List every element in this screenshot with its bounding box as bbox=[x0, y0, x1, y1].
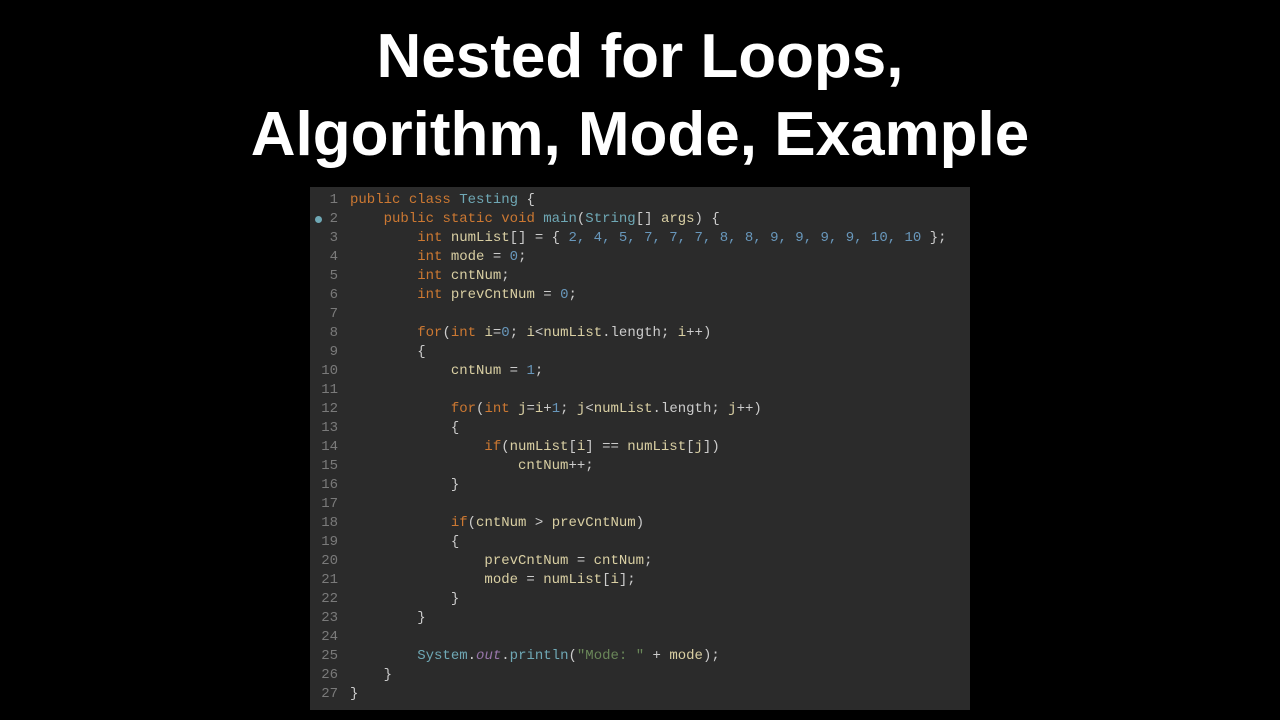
line-number: 8 bbox=[310, 324, 344, 343]
code-line: 8 for(int i=0; i<numList.length; i++) bbox=[310, 324, 970, 343]
line-number: 5 bbox=[310, 267, 344, 286]
code-line: 2 public static void main(String[] args)… bbox=[310, 210, 970, 229]
code-line: 6 int prevCntNum = 0; bbox=[310, 286, 970, 305]
line-number: 4 bbox=[310, 248, 344, 267]
line-number: 20 bbox=[310, 552, 344, 571]
code-line: 7 bbox=[310, 305, 970, 324]
code-line: 18 if(cntNum > prevCntNum) bbox=[310, 514, 970, 533]
code-line: 27 } bbox=[310, 685, 970, 704]
code-line: 1 public class Testing { bbox=[310, 191, 970, 210]
line-number: 13 bbox=[310, 419, 344, 438]
line-number: 10 bbox=[310, 362, 344, 381]
code-line: 26 } bbox=[310, 666, 970, 685]
code-line: 9 { bbox=[310, 343, 970, 362]
line-number: 12 bbox=[310, 400, 344, 419]
code-line: 24 bbox=[310, 628, 970, 647]
line-number: 17 bbox=[310, 495, 344, 514]
line-number: 26 bbox=[310, 666, 344, 685]
code-line: 20 prevCntNum = cntNum; bbox=[310, 552, 970, 571]
line-number: 6 bbox=[310, 286, 344, 305]
code-line: 15 cntNum++; bbox=[310, 457, 970, 476]
line-number: 7 bbox=[310, 305, 344, 324]
code-editor: 1 public class Testing { 2 public static… bbox=[310, 187, 970, 710]
line-number: 1 bbox=[310, 191, 344, 210]
line-number: 22 bbox=[310, 590, 344, 609]
code-line: 21 mode = numList[i]; bbox=[310, 571, 970, 590]
line-number: 18 bbox=[310, 514, 344, 533]
line-number: 25 bbox=[310, 647, 344, 666]
code-line: 12 for(int j=i+1; j<numList.length; j++) bbox=[310, 400, 970, 419]
line-number: 23 bbox=[310, 609, 344, 628]
code-line: 13 { bbox=[310, 419, 970, 438]
line-number: 3 bbox=[310, 229, 344, 248]
line-number: 2 bbox=[310, 210, 344, 229]
line-number: 19 bbox=[310, 533, 344, 552]
code-line: 25 System.out.println("Mode: " + mode); bbox=[310, 647, 970, 666]
code-line: 23 } bbox=[310, 609, 970, 628]
code-line: 22 } bbox=[310, 590, 970, 609]
line-number: 9 bbox=[310, 343, 344, 362]
code-line: 3 int numList[] = { 2, 4, 5, 7, 7, 7, 8,… bbox=[310, 229, 970, 248]
code-line: 17 bbox=[310, 495, 970, 514]
line-number: 16 bbox=[310, 476, 344, 495]
code-line: 11 bbox=[310, 381, 970, 400]
code-line: 5 int cntNum; bbox=[310, 267, 970, 286]
code-line: 4 int mode = 0; bbox=[310, 248, 970, 267]
code-line: 14 if(numList[i] == numList[j]) bbox=[310, 438, 970, 457]
code-line: 16 } bbox=[310, 476, 970, 495]
line-number: 15 bbox=[310, 457, 344, 476]
breakpoint-icon bbox=[315, 216, 322, 223]
line-number: 14 bbox=[310, 438, 344, 457]
line-number: 21 bbox=[310, 571, 344, 590]
code-line: 10 cntNum = 1; bbox=[310, 362, 970, 381]
line-number: 27 bbox=[310, 685, 344, 704]
line-number: 11 bbox=[310, 381, 344, 400]
code-line: 19 { bbox=[310, 533, 970, 552]
slide-title: Nested for Loops, Algorithm, Mode, Examp… bbox=[0, 0, 1280, 187]
line-number: 24 bbox=[310, 628, 344, 647]
